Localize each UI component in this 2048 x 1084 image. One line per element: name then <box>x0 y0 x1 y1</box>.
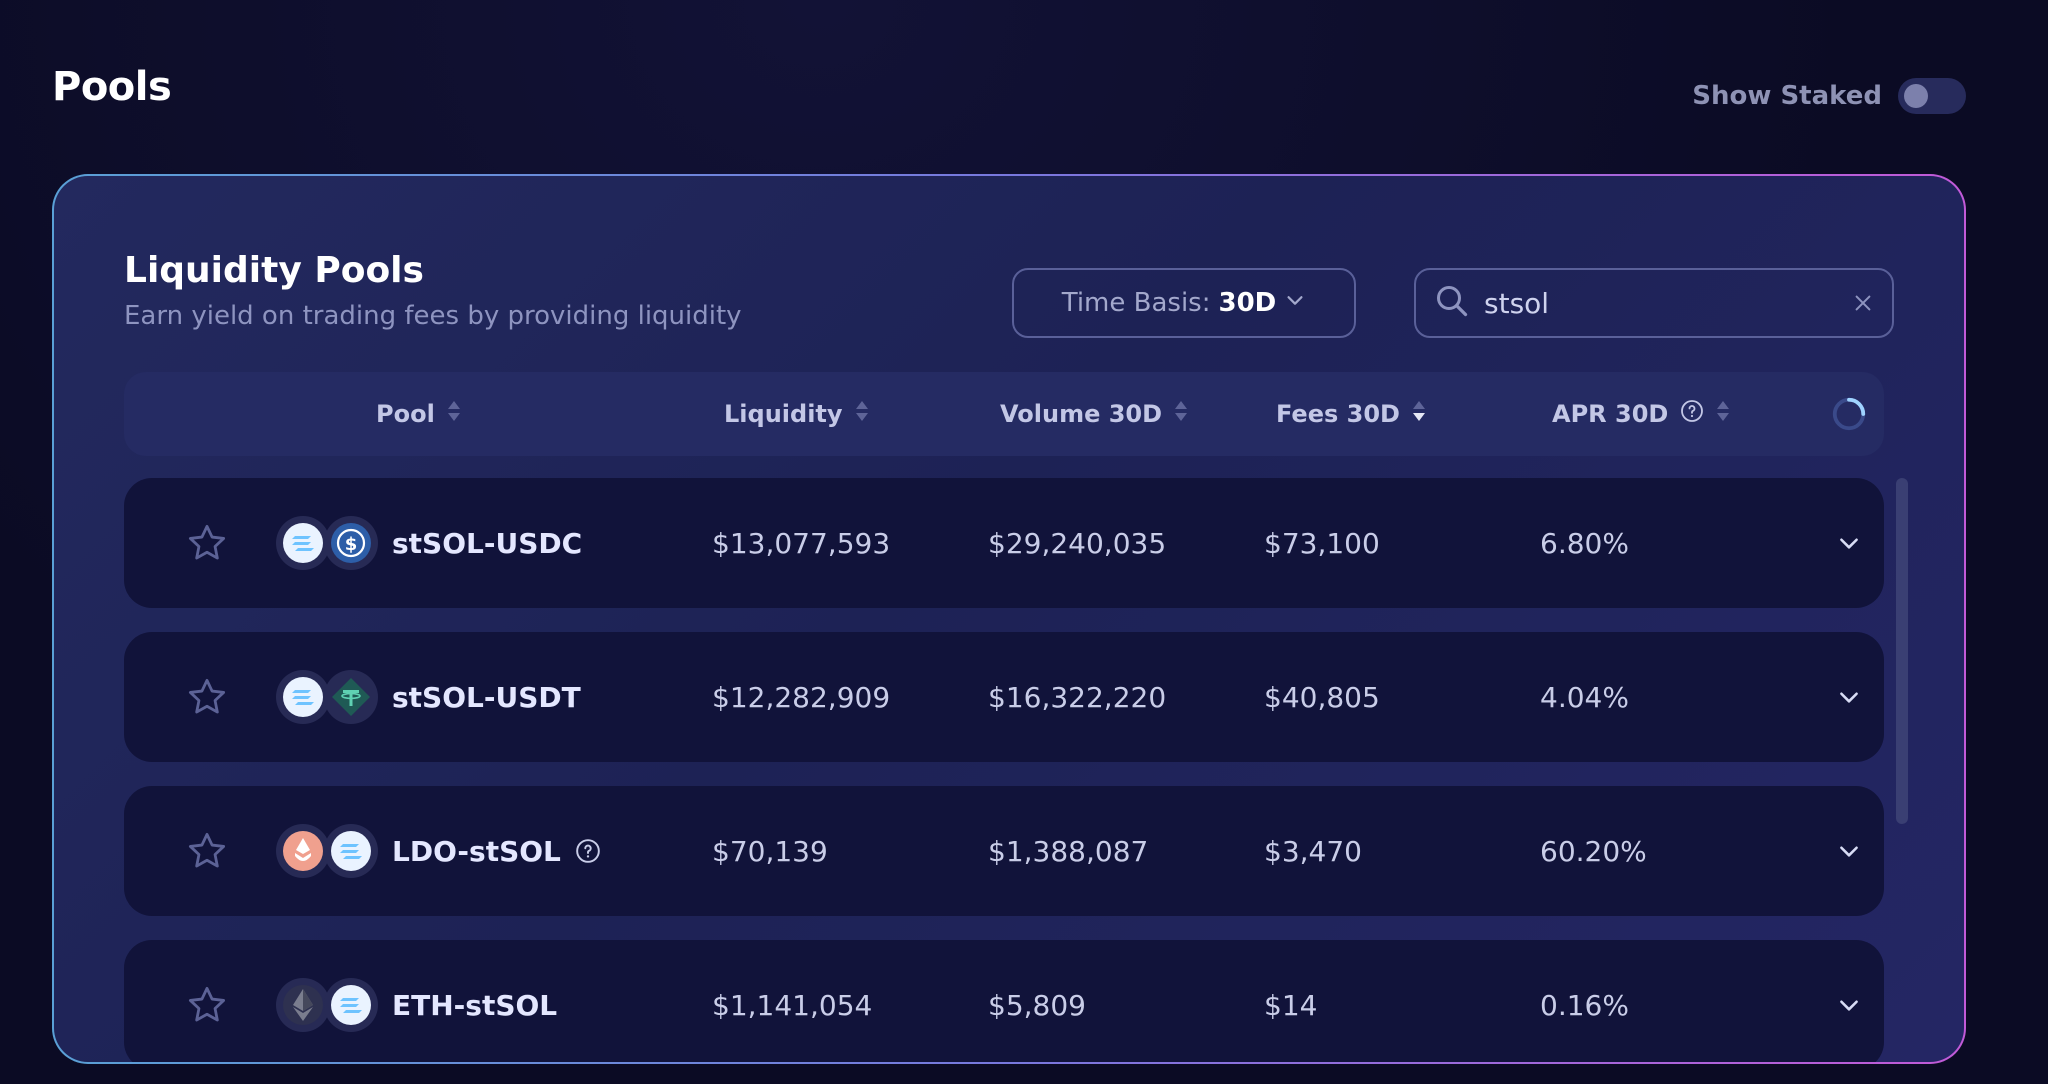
help-icon[interactable] <box>1680 399 1704 429</box>
table-row[interactable]: stSOL-USDT $12,282,909 $16,322,220 $40,8… <box>124 632 1884 762</box>
column-header-fees[interactable]: Fees 30D <box>1276 399 1426 429</box>
usdt-icon <box>324 670 378 724</box>
chevron-down-icon <box>1284 288 1306 318</box>
toggle-knob <box>1904 84 1928 108</box>
token-pair-icons: $ <box>276 516 378 570</box>
scrollbar[interactable] <box>1896 478 1908 824</box>
ldo-icon <box>276 824 330 878</box>
usdc-icon: $ <box>324 516 378 570</box>
liquidity-pools-card-border: Liquidity Pools Earn yield on trading fe… <box>52 174 1966 1064</box>
column-header-label: Liquidity <box>724 400 843 428</box>
card-title: Liquidity Pools <box>124 250 424 291</box>
pool-name: stSOL-USDT <box>392 680 581 714</box>
search-icon <box>1434 283 1470 323</box>
column-header-liquidity[interactable]: Liquidity <box>724 399 869 429</box>
star-icon[interactable] <box>186 632 228 762</box>
pool-cell: stSOL-USDT <box>276 632 581 762</box>
fees-value: $14 <box>1264 988 1318 1022</box>
time-basis-label: Time Basis: <box>1061 288 1211 318</box>
search-box <box>1414 268 1894 338</box>
star-icon[interactable] <box>186 940 228 1062</box>
apr-value: 60.20% <box>1540 834 1647 868</box>
svg-text:$: $ <box>345 534 358 555</box>
column-header-label: Fees 30D <box>1276 400 1400 428</box>
sort-icon <box>1716 399 1730 429</box>
liquidity-value: $70,139 <box>712 834 828 868</box>
column-header-label: Pool <box>376 400 435 428</box>
pool-list: $ stSOL-USDC $13,077,593 $29,240,035 $73… <box>124 478 1884 1062</box>
liquidity-value: $1,141,054 <box>712 988 873 1022</box>
token-pair-icons <box>276 978 378 1032</box>
liquidity-pools-card: Liquidity Pools Earn yield on trading fe… <box>54 176 1964 1062</box>
solana-icon <box>276 516 330 570</box>
column-header-apr[interactable]: APR 30D <box>1552 399 1730 429</box>
apr-value: 6.80% <box>1540 526 1629 560</box>
column-header-label: Volume 30D <box>1000 400 1163 428</box>
token-pair-icons <box>276 670 378 724</box>
pool-cell: LDO-stSOL <box>276 786 601 916</box>
time-basis-dropdown[interactable]: Time Basis: 30D <box>1012 268 1356 338</box>
pool-cell: ETH-stSOL <box>276 940 557 1062</box>
apr-value: 4.04% <box>1540 680 1629 714</box>
chevron-down-icon[interactable] <box>1836 478 1862 608</box>
column-header-label: APR 30D <box>1552 400 1669 428</box>
table-row[interactable]: ETH-stSOL $1,141,054 $5,809 $14 0.16% <box>124 940 1884 1062</box>
table-header: Pool Liquidity Volume 30D Fees 30D APR 3… <box>124 372 1884 456</box>
liquidity-value: $13,077,593 <box>712 526 891 560</box>
sort-icon <box>855 399 869 429</box>
close-icon[interactable] <box>1852 292 1874 314</box>
volume-value: $5,809 <box>988 988 1086 1022</box>
table-row[interactable]: LDO-stSOL $70,139 $1,388,087 $3,470 60.2… <box>124 786 1884 916</box>
volume-value: $16,322,220 <box>988 680 1167 714</box>
solana-icon <box>276 670 330 724</box>
liquidity-value: $12,282,909 <box>712 680 891 714</box>
time-basis-value: 30D <box>1218 288 1277 318</box>
volume-value: $29,240,035 <box>988 526 1167 560</box>
sort-desc-icon <box>1412 399 1426 429</box>
pools-page: Pools Show Staked Liquidity Pools Earn y… <box>0 0 2048 1084</box>
show-staked-label: Show Staked <box>1692 81 1882 111</box>
card-subtitle: Earn yield on trading fees by providing … <box>124 301 742 331</box>
table-row[interactable]: $ stSOL-USDC $13,077,593 $29,240,035 $73… <box>124 478 1884 608</box>
pool-name: LDO-stSOL <box>392 834 561 868</box>
solana-icon <box>324 978 378 1032</box>
fees-value: $40,805 <box>1264 680 1380 714</box>
apr-value: 0.16% <box>1540 988 1629 1022</box>
show-staked-toggle[interactable] <box>1898 78 1966 114</box>
chevron-down-icon[interactable] <box>1836 940 1862 1062</box>
eth-icon <box>276 978 330 1032</box>
help-icon[interactable] <box>575 838 601 864</box>
fees-value: $3,470 <box>1264 834 1362 868</box>
page-title: Pools <box>52 64 172 110</box>
star-icon[interactable] <box>186 786 228 916</box>
pool-cell: $ stSOL-USDC <box>276 478 582 608</box>
show-staked: Show Staked <box>1692 78 1966 114</box>
star-icon[interactable] <box>186 478 228 608</box>
refresh-icon[interactable] <box>1830 395 1868 433</box>
column-header-volume[interactable]: Volume 30D <box>1000 399 1188 429</box>
chevron-down-icon[interactable] <box>1836 632 1862 762</box>
column-header-pool[interactable]: Pool <box>376 399 461 429</box>
sort-icon <box>447 399 461 429</box>
search-input[interactable] <box>1484 286 1838 320</box>
solana-icon <box>324 824 378 878</box>
pool-name: stSOL-USDC <box>392 526 583 560</box>
chevron-down-icon[interactable] <box>1836 786 1862 916</box>
pool-name: ETH-stSOL <box>392 988 558 1022</box>
sort-icon <box>1174 399 1188 429</box>
token-pair-icons <box>276 824 378 878</box>
fees-value: $73,100 <box>1264 526 1380 560</box>
volume-value: $1,388,087 <box>988 834 1149 868</box>
